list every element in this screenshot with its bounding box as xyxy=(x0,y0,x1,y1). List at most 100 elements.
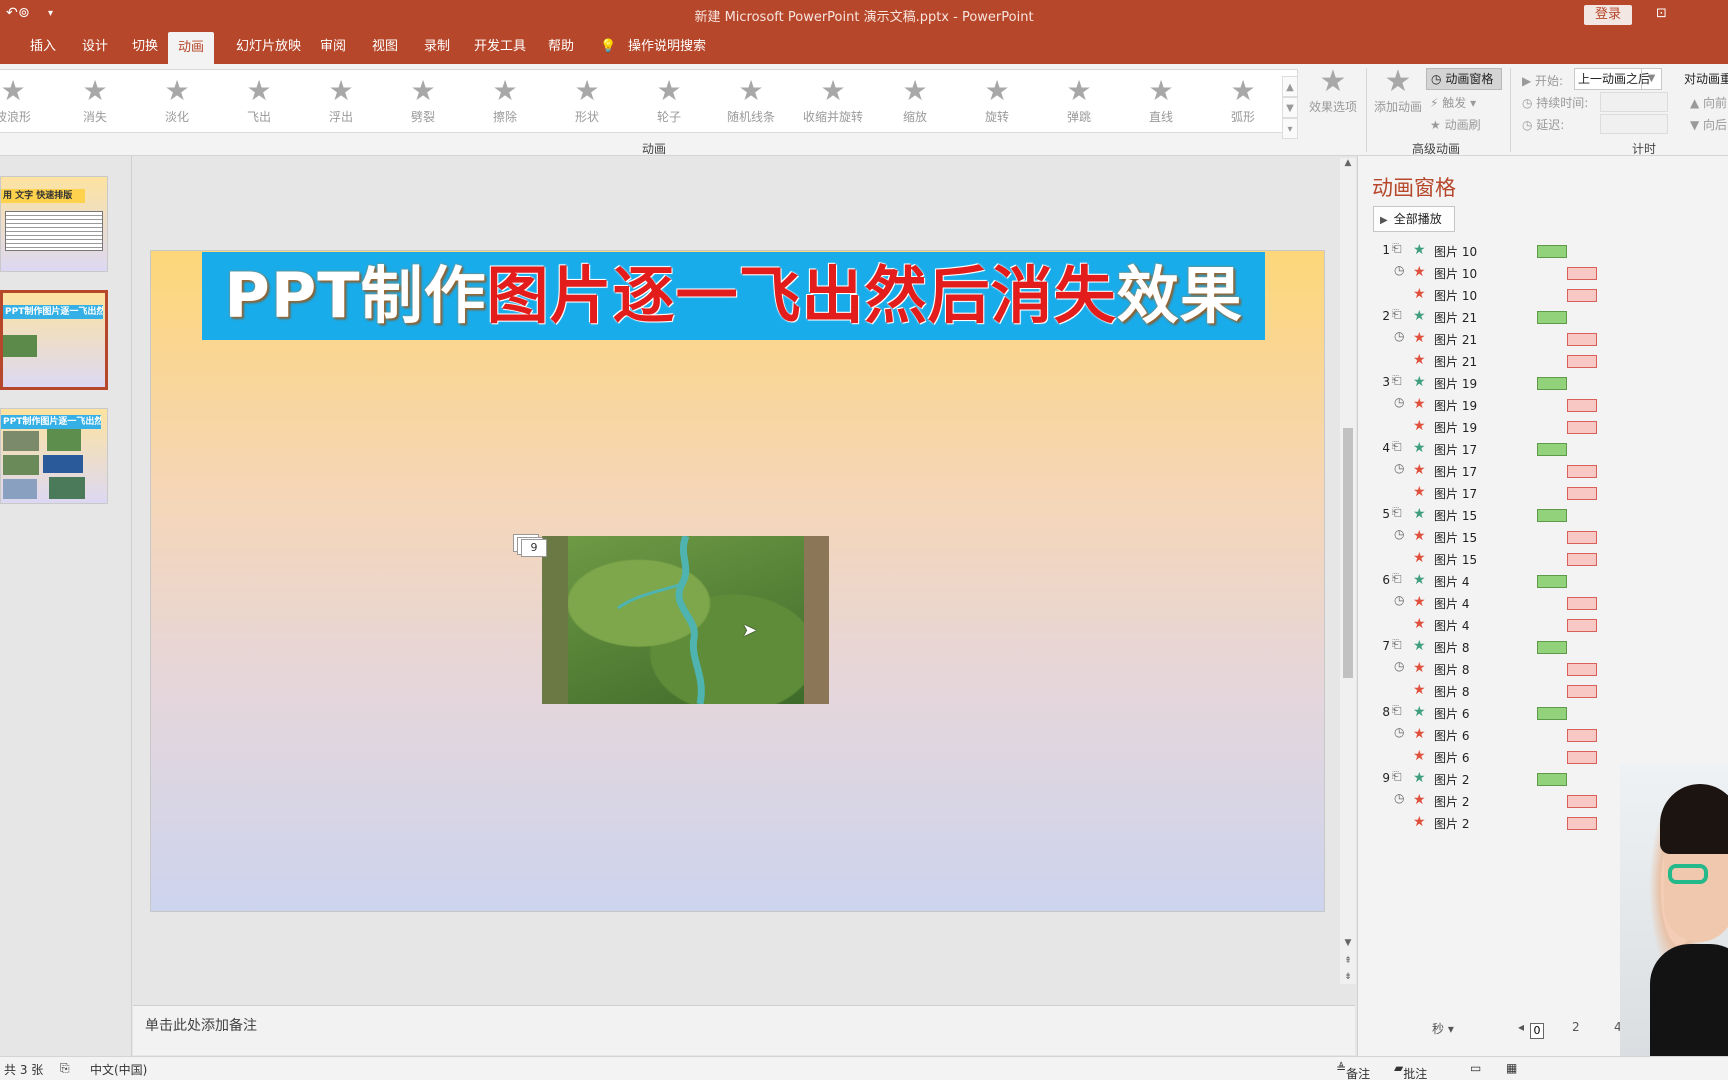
animation-item[interactable]: ★ 图片 21 xyxy=(1358,350,1608,372)
animation-effect-7[interactable]: ★ 形状 xyxy=(552,70,622,132)
animation-item[interactable]: ★ 图片 6 xyxy=(1358,746,1608,768)
gallery-up-icon[interactable]: ▲ xyxy=(1282,76,1298,97)
animation-item[interactable]: ★ 图片 10 xyxy=(1358,284,1608,306)
animation-effect-12[interactable]: ★ 旋转 xyxy=(962,70,1032,132)
gallery-down-icon[interactable]: ▼ xyxy=(1282,97,1298,118)
animation-effect-8[interactable]: ★ 轮子 xyxy=(634,70,704,132)
tab-2[interactable]: 切换 xyxy=(128,30,162,64)
animation-item[interactable]: ◷ ★ 图片 19 xyxy=(1358,394,1608,416)
start-select[interactable]: 上一动画之后 ▼ xyxy=(1574,68,1662,90)
tab-7[interactable]: 录制 xyxy=(420,30,454,64)
comments-toggle[interactable]: ▰ 批注 xyxy=(1394,1061,1427,1080)
timeline-bar[interactable] xyxy=(1537,245,1567,258)
trigger-button[interactable]: ⚡ 触发 ▾ xyxy=(1430,94,1476,111)
gallery-scroll[interactable]: ▲ ▼ ▾ xyxy=(1282,76,1298,140)
slide-title-box[interactable]: PPT制作图片逐一飞出然后消失效果 xyxy=(202,252,1265,340)
notes-pane[interactable]: 单击此处添加备注 xyxy=(133,1005,1355,1055)
animation-item[interactable]: 1 ⎗ ★ 图片 10 xyxy=(1358,240,1608,262)
tab-8[interactable]: 开发工具 xyxy=(470,30,530,64)
timeline-bar[interactable] xyxy=(1537,773,1567,786)
picture-stack[interactable] xyxy=(542,536,829,704)
timeline-bar[interactable] xyxy=(1567,817,1597,830)
animation-effect-5[interactable]: ★ 劈裂 xyxy=(388,70,458,132)
timeline-bar[interactable] xyxy=(1567,487,1597,500)
tab-6[interactable]: 视图 xyxy=(368,30,402,64)
timeline-bar[interactable] xyxy=(1537,641,1567,654)
timeline-bar[interactable] xyxy=(1537,707,1567,720)
delay-input[interactable] xyxy=(1600,114,1668,134)
timeline-bar[interactable] xyxy=(1537,575,1567,588)
animation-item[interactable]: ★ 图片 2 xyxy=(1358,812,1608,834)
animation-item[interactable]: ★ 图片 4 xyxy=(1358,614,1608,636)
prev-slide-icon[interactable]: ⇞ xyxy=(1340,956,1356,966)
animation-item[interactable]: ◷ ★ 图片 4 xyxy=(1358,592,1608,614)
scroll-up-icon[interactable]: ▲ xyxy=(1340,158,1356,168)
animation-effect-1[interactable]: ★ 消失 xyxy=(60,70,130,132)
animation-item[interactable]: ★ 图片 19 xyxy=(1358,416,1608,438)
slide-thumbnail-1[interactable]: 用 文字 快速排版 xyxy=(0,176,108,272)
tab-5[interactable]: 审阅 xyxy=(316,30,350,64)
animation-effect-11[interactable]: ★ 缩放 xyxy=(880,70,950,132)
slide-thumbnail-2[interactable]: PPT制作图片逐一飞出然后消失效果 xyxy=(0,290,108,390)
animation-effect-13[interactable]: ★ 弹跳 xyxy=(1044,70,1114,132)
animation-item[interactable]: ◷ ★ 图片 17 xyxy=(1358,460,1608,482)
play-all-button[interactable]: ▶ 全部播放 xyxy=(1373,206,1455,232)
animation-item[interactable]: ◷ ★ 图片 8 xyxy=(1358,658,1608,680)
animation-pane-button[interactable]: ◷ 动画窗格 xyxy=(1426,68,1502,90)
normal-view-icon[interactable]: ▭ xyxy=(1470,1061,1481,1075)
animation-item[interactable]: ★ 图片 8 xyxy=(1358,680,1608,702)
timeline-bar[interactable] xyxy=(1537,311,1567,324)
timeline-bar[interactable] xyxy=(1567,421,1597,434)
animation-item[interactable]: ◷ ★ 图片 10 xyxy=(1358,262,1608,284)
timeline-bar[interactable] xyxy=(1567,333,1597,346)
timeline-bar[interactable] xyxy=(1567,597,1597,610)
tab-4[interactable]: 幻灯片放映 xyxy=(232,30,305,64)
animation-effect-0[interactable]: ★ 波浪形 xyxy=(0,70,48,132)
animation-effect-4[interactable]: ★ 浮出 xyxy=(306,70,376,132)
animation-item[interactable]: 8 ⎗ ★ 图片 6 xyxy=(1358,702,1608,724)
timeline-bar[interactable] xyxy=(1567,663,1597,676)
timeline-bar[interactable] xyxy=(1567,465,1597,478)
duration-input[interactable] xyxy=(1600,92,1668,112)
animation-item[interactable]: 6 ⎗ ★ 图片 4 xyxy=(1358,570,1608,592)
animation-effect-14[interactable]: ★ 直线 xyxy=(1126,70,1196,132)
animation-item[interactable]: ★ 图片 15 xyxy=(1358,548,1608,570)
animation-painter-button[interactable]: ★ 动画刷 xyxy=(1430,116,1481,133)
animation-item[interactable]: ◷ ★ 图片 21 xyxy=(1358,328,1608,350)
add-animation-button[interactable]: ★ 添加动画 xyxy=(1372,66,1424,115)
animation-item[interactable]: ◷ ★ 图片 15 xyxy=(1358,526,1608,548)
timeline-bar[interactable] xyxy=(1537,443,1567,456)
scroll-down-icon[interactable]: ▼ xyxy=(1340,938,1356,948)
login-button[interactable]: 登录 xyxy=(1584,5,1632,25)
effect-options-button[interactable]: ★ 效果选项 xyxy=(1306,66,1360,115)
tab-10[interactable]: 操作说明搜索 xyxy=(624,30,710,64)
timeline-bar[interactable] xyxy=(1567,553,1597,566)
tab-0[interactable]: 插入 xyxy=(26,30,60,64)
slide-thumbnail-3[interactable]: PPT制作图片逐一飞出然后消失效果 xyxy=(0,408,108,504)
scroll-thumb[interactable] xyxy=(1343,428,1353,678)
seconds-dropdown[interactable]: 秒 ▾ xyxy=(1432,1020,1454,1037)
animation-item[interactable]: 9 ⎗ ★ 图片 2 xyxy=(1358,768,1608,790)
timeline-bar[interactable] xyxy=(1537,509,1567,522)
move-earlier-button[interactable]: ▲ 向前 xyxy=(1690,94,1727,111)
animation-item[interactable]: 4 ⎗ ★ 图片 17 xyxy=(1358,438,1608,460)
editor-scrollbar[interactable]: ▲ ▼ ⇞ ⇟ xyxy=(1340,158,1356,984)
timeline-bar[interactable] xyxy=(1567,267,1597,280)
move-later-button[interactable]: ▼ 向后 xyxy=(1690,116,1727,133)
timeline-bar[interactable] xyxy=(1537,377,1567,390)
timeline-bar[interactable] xyxy=(1567,399,1597,412)
timeline-bar[interactable] xyxy=(1567,795,1597,808)
animation-effect-10[interactable]: ★ 收缩并旋转 xyxy=(798,70,868,132)
gallery-more-icon[interactable]: ▾ xyxy=(1282,118,1298,139)
animation-item[interactable]: ◷ ★ 图片 6 xyxy=(1358,724,1608,746)
slide-canvas[interactable]: PPT制作图片逐一飞出然后消失效果 9 xyxy=(150,250,1325,912)
timeline-left-icon[interactable]: ◂ xyxy=(1518,1020,1524,1034)
timeline-bar[interactable] xyxy=(1567,729,1597,742)
animation-effect-9[interactable]: ★ 随机线条 xyxy=(716,70,786,132)
next-slide-icon[interactable]: ⇟ xyxy=(1340,972,1356,982)
tab-9[interactable]: 帮助 xyxy=(544,30,578,64)
timeline-bar[interactable] xyxy=(1567,685,1597,698)
timeline-bar[interactable] xyxy=(1567,619,1597,632)
timeline-bar[interactable] xyxy=(1567,751,1597,764)
picture-forest-river[interactable] xyxy=(568,536,804,704)
